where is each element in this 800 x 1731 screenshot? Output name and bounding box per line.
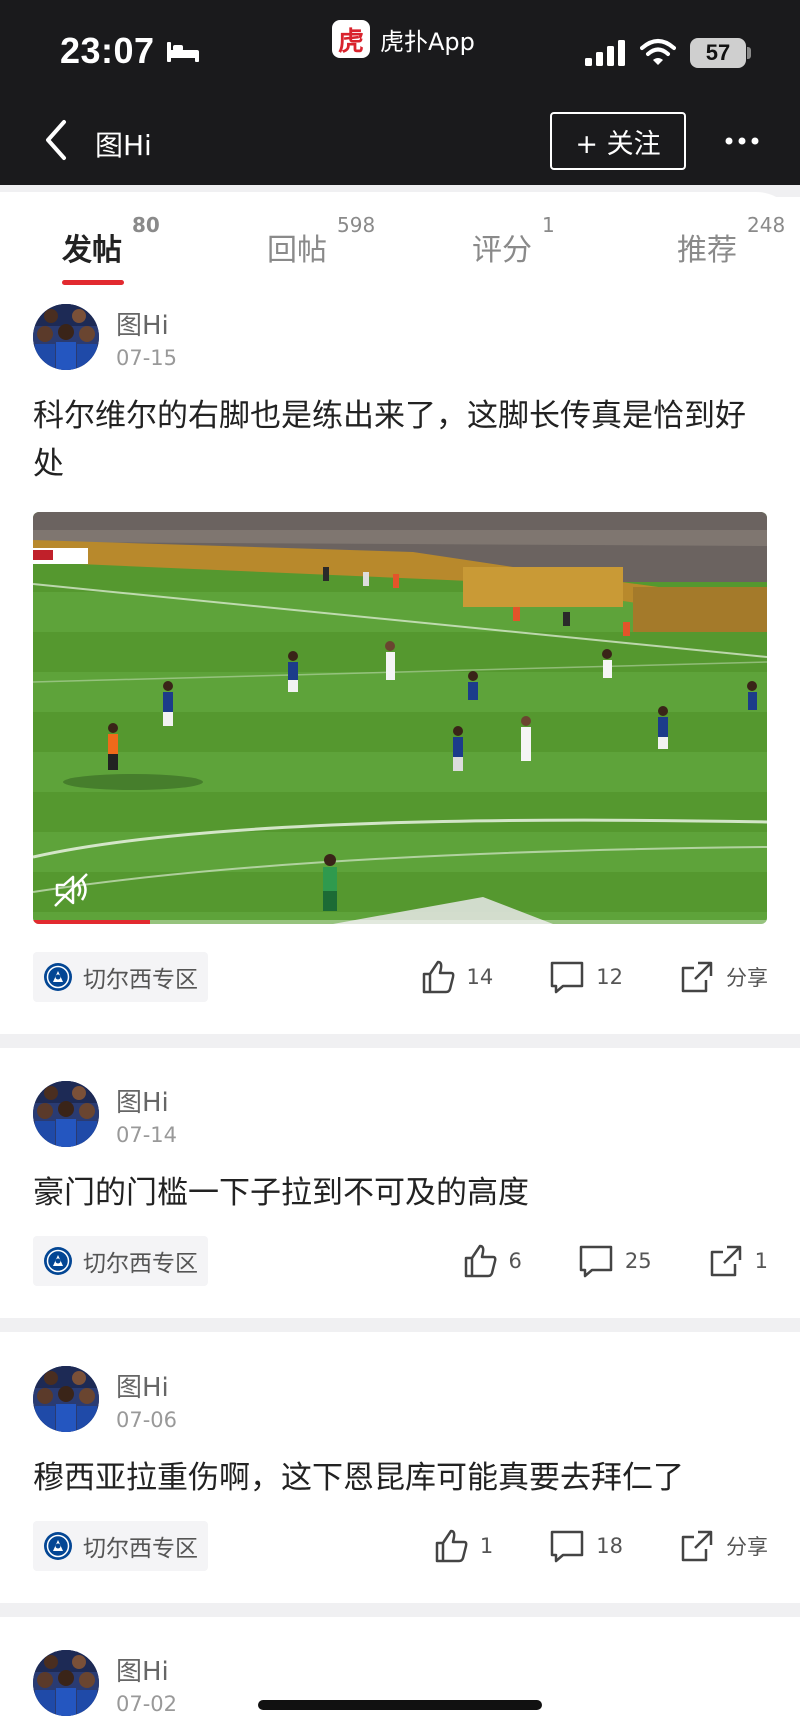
battery-indicator: 57	[690, 38, 746, 68]
comment-icon	[551, 961, 584, 994]
avatar-image	[33, 1366, 99, 1432]
post-divider	[0, 1318, 800, 1332]
wifi-icon	[640, 39, 676, 65]
post-actions: 1 18 分享	[432, 1521, 768, 1571]
share-label: 分享	[726, 1535, 768, 1559]
post-text[interactable]: 豪门的门槛一下子拉到不可及的高度	[33, 1169, 763, 1217]
thumbs-up-icon	[422, 960, 455, 994]
like-count: 1	[479, 1534, 494, 1558]
profile-tabs: 发帖 80 回帖 598 评分 1 推荐 248	[0, 205, 800, 285]
nav-title: 图Hi	[95, 129, 152, 162]
forum-tag-label: 切尔西专区	[83, 967, 198, 993]
post-date: 07-15	[116, 346, 178, 370]
post-actions: 14 12 分享	[419, 952, 768, 1002]
app-badge: 虎 虎扑App	[332, 20, 475, 58]
video-progress-bar[interactable]	[33, 920, 767, 924]
comment-count: 12	[596, 965, 623, 989]
author-name[interactable]: 图Hi	[116, 305, 169, 342]
share-icon	[681, 1530, 713, 1562]
post-divider	[0, 1034, 800, 1048]
more-dots-icon[interactable]	[725, 136, 759, 146]
chelsea-crest-icon	[44, 1247, 72, 1275]
post-text[interactable]: 科尔维尔的右脚也是练出来了，这脚长传真是恰到好处	[33, 392, 763, 488]
comment-count: 18	[596, 1534, 623, 1558]
top-bar: 23:07 虎 虎扑App 57 图Hi + 关注	[0, 0, 800, 185]
avatar-image	[33, 1650, 99, 1716]
post-actions: 6 25 1	[461, 1236, 768, 1286]
avatar-image	[33, 1081, 99, 1147]
like-button[interactable]: 1	[432, 1527, 493, 1565]
share-icon	[710, 1245, 741, 1277]
tab-label: 回帖	[267, 233, 327, 268]
comment-icon	[551, 1530, 584, 1563]
tab-count: 80	[132, 213, 160, 237]
battery-tip	[747, 47, 751, 59]
author-name[interactable]: 图Hi	[116, 1082, 169, 1119]
video-frame	[33, 512, 767, 924]
mute-icon[interactable]	[51, 870, 91, 910]
app-logo: 虎	[332, 20, 370, 58]
tab-label: 发帖	[62, 233, 122, 268]
tab-label: 推荐	[677, 233, 737, 268]
tab-count: 1	[542, 213, 555, 237]
comment-button[interactable]: 25	[577, 1242, 652, 1280]
follow-button[interactable]: + 关注	[550, 112, 686, 170]
chelsea-crest-icon	[44, 1532, 72, 1560]
avatar[interactable]	[33, 1366, 99, 1432]
active-tab-underline	[62, 280, 124, 285]
share-count: 1	[754, 1249, 768, 1273]
author-name[interactable]: 图Hi	[116, 1367, 169, 1404]
forum-tag[interactable]: 切尔西专区	[33, 1521, 208, 1571]
thumbs-up-icon	[464, 1244, 497, 1278]
tab-posts[interactable]: 发帖 80	[62, 213, 160, 269]
sleep-mode-icon	[167, 42, 199, 62]
post-divider	[0, 1603, 800, 1617]
like-count: 14	[466, 965, 494, 989]
like-count: 6	[508, 1249, 522, 1273]
app-name: 虎扑App	[380, 27, 475, 56]
video-player[interactable]	[33, 512, 767, 924]
tab-ratings[interactable]: 评分 1	[472, 213, 555, 269]
home-indicator	[258, 1700, 542, 1710]
post-date: 07-02	[116, 1692, 178, 1716]
forum-tag-label: 切尔西专区	[83, 1536, 198, 1562]
avatar[interactable]	[33, 1081, 99, 1147]
tab-count: 248	[747, 213, 786, 237]
signal-icon	[585, 40, 625, 66]
post-date: 07-14	[116, 1123, 178, 1147]
forum-tag[interactable]: 切尔西专区	[33, 1236, 208, 1286]
like-button[interactable]: 14	[419, 958, 494, 996]
comment-button[interactable]: 18	[548, 1527, 623, 1565]
comment-count: 25	[624, 1249, 652, 1273]
tab-replies[interactable]: 回帖 598	[267, 213, 375, 269]
video-progress-fill	[33, 920, 151, 924]
comment-button[interactable]: 12	[548, 958, 623, 996]
post-text[interactable]: 穆西亚拉重伤啊，这下恩昆库可能真要去拜仁了	[33, 1454, 763, 1502]
share-label: 分享	[726, 966, 768, 990]
avatar[interactable]	[33, 304, 99, 370]
like-button[interactable]: 6	[461, 1242, 522, 1280]
share-button[interactable]: 分享	[678, 958, 768, 996]
post-date: 07-06	[116, 1408, 178, 1432]
status-time: 23:07	[60, 30, 155, 71]
back-chevron-icon[interactable]	[42, 118, 72, 162]
share-button[interactable]: 分享	[678, 1527, 768, 1565]
thumbs-up-icon	[435, 1529, 468, 1563]
avatar-image	[33, 304, 99, 370]
tab-count: 598	[337, 213, 376, 237]
forum-tag-label: 切尔西专区	[83, 1251, 198, 1277]
tab-label: 评分	[472, 233, 532, 268]
share-icon	[681, 961, 713, 993]
share-button[interactable]: 1	[707, 1242, 768, 1280]
forum-tag[interactable]: 切尔西专区	[33, 952, 208, 1002]
tab-recommend[interactable]: 推荐 248	[677, 213, 785, 269]
comment-icon	[579, 1245, 613, 1278]
avatar[interactable]	[33, 1650, 99, 1716]
chelsea-crest-icon	[44, 963, 72, 991]
author-name[interactable]: 图Hi	[116, 1651, 169, 1688]
